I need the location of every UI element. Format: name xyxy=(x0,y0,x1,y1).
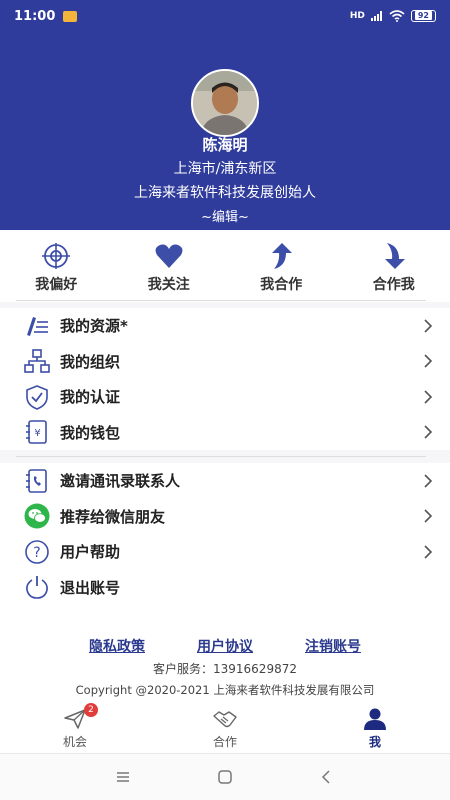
chevron-right-icon xyxy=(424,319,433,333)
bottom-tab-bar: 2 机会 合作 我 xyxy=(0,703,450,753)
profile-title: 上海来者软件科技发展创始人 xyxy=(134,185,316,201)
tab-cooperation[interactable]: 合作 xyxy=(150,703,300,753)
home-icon[interactable] xyxy=(217,769,233,785)
tab-opportunities[interactable]: 2 机会 xyxy=(0,703,150,753)
notification-badge: 2 xyxy=(84,703,98,717)
divider xyxy=(16,300,426,301)
copyright-text: Copyright @2020-2021 上海来者软件科技发展有限公司 xyxy=(75,683,375,697)
user-agreement-link[interactable]: 用户协议 xyxy=(197,636,253,656)
tab-label: 机会 xyxy=(62,735,87,749)
battery-icon: 92 xyxy=(410,10,436,22)
back-icon[interactable] xyxy=(319,769,335,785)
menu-group-account: 我的资源* 我的组织 我的认证 ¥ 我的钱包 xyxy=(0,308,450,450)
menu-item-organization[interactable]: 我的组织 xyxy=(0,344,450,380)
profile-header: 11:00 HD 92 陈海明 上海市/浦东新区 上海来者软件科技发展创始人 ~… xyxy=(0,0,450,230)
edit-profile-link[interactable]: ~编辑~ xyxy=(0,206,450,225)
menu-label: 我的资源* xyxy=(60,317,128,336)
avatar[interactable] xyxy=(191,69,259,137)
menu-item-certification[interactable]: 我的认证 xyxy=(0,379,450,415)
message-notification-icon xyxy=(63,10,78,22)
menu-label: 我的钱包 xyxy=(60,423,121,442)
chevron-right-icon xyxy=(424,509,433,523)
divider xyxy=(16,456,426,457)
arrow-up-icon xyxy=(272,243,293,269)
quick-my-cooperation[interactable]: 我合作 xyxy=(225,230,338,302)
cancel-account-link[interactable]: 注销账号 xyxy=(305,636,361,656)
menu-label: 我的认证 xyxy=(60,388,121,407)
menu-label: 退出账号 xyxy=(60,578,121,597)
signal-icon xyxy=(370,11,382,21)
privacy-policy-link[interactable]: 隐私政策 xyxy=(89,636,145,656)
system-navigation-bar xyxy=(0,753,450,800)
menu-icon[interactable] xyxy=(115,769,131,785)
wallet-icon: ¥ xyxy=(24,419,50,445)
menu-item-wallet[interactable]: ¥ 我的钱包 xyxy=(0,415,450,451)
person-icon xyxy=(364,708,386,730)
avatar-photo xyxy=(193,71,257,135)
menu-label: 用户帮助 xyxy=(60,543,121,562)
tab-label: 我 xyxy=(368,735,381,749)
menu-label: 推荐给微信朋友 xyxy=(60,507,166,526)
quick-actions: 我偏好 我关注 我合作 合作我 xyxy=(0,230,450,302)
wechat-icon xyxy=(24,503,50,529)
menu-item-recommend-wechat[interactable]: 推荐给微信朋友 xyxy=(0,499,450,535)
quick-preference[interactable]: 我偏好 xyxy=(0,230,113,302)
menu-label: 我的组织 xyxy=(60,352,121,371)
quick-label: 合作我 xyxy=(372,277,415,293)
chevron-right-icon xyxy=(424,354,433,368)
customer-service-text: 客户服务：13916629872 xyxy=(153,662,297,676)
quick-label: 我偏好 xyxy=(35,277,78,293)
contacts-phone-icon xyxy=(24,468,50,494)
profile-name: 陈海明 xyxy=(202,136,248,154)
quick-label: 我关注 xyxy=(147,277,190,293)
chevron-right-icon xyxy=(424,474,433,488)
resource-icon xyxy=(24,313,50,339)
chevron-right-icon xyxy=(424,390,433,404)
quick-follow[interactable]: 我关注 xyxy=(113,230,226,302)
menu-item-help[interactable]: ? 用户帮助 xyxy=(0,534,450,570)
chevron-right-icon xyxy=(424,545,433,559)
svg-text:?: ? xyxy=(33,545,40,561)
tab-me[interactable]: 我 xyxy=(300,703,450,753)
battery-level: 92 xyxy=(414,11,432,20)
heart-icon xyxy=(155,244,183,268)
menu-label: 邀请通讯录联系人 xyxy=(60,472,181,491)
shield-check-icon xyxy=(24,384,50,410)
arrow-down-icon xyxy=(384,243,405,269)
organization-icon xyxy=(24,348,50,374)
menu-group-more: 邀请通讯录联系人 推荐给微信朋友 ? 用户帮助 退出账号 xyxy=(0,463,450,605)
profile-location: 上海市/浦东新区 xyxy=(173,161,277,177)
signal-hd-text: HD xyxy=(349,11,365,21)
quick-label: 我合作 xyxy=(260,277,303,293)
chevron-right-icon xyxy=(424,425,433,439)
wifi-icon xyxy=(389,10,405,22)
menu-item-invite-contacts[interactable]: 邀请通讯录联系人 xyxy=(0,463,450,499)
footer: 隐私政策 用户协议 注销账号 客户服务：13916629872 Copyrigh… xyxy=(0,603,450,703)
tab-label: 合作 xyxy=(212,735,237,749)
svg-text:¥: ¥ xyxy=(34,428,40,439)
quick-cooperate-me[interactable]: 合作我 xyxy=(338,230,450,302)
power-icon xyxy=(24,574,50,600)
handshake-icon xyxy=(213,711,237,728)
menu-item-resources[interactable]: 我的资源* xyxy=(0,308,450,344)
target-icon xyxy=(42,243,71,269)
status-time: 11:00 xyxy=(14,8,56,24)
menu-item-logout[interactable]: 退出账号 xyxy=(0,570,450,606)
help-icon: ? xyxy=(24,539,50,565)
status-bar: 11:00 HD 92 xyxy=(0,0,450,32)
